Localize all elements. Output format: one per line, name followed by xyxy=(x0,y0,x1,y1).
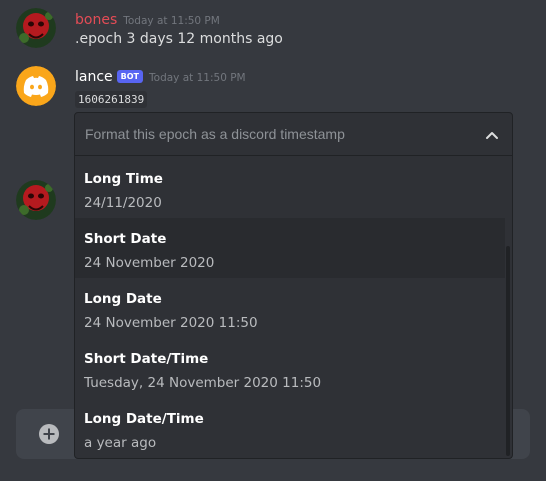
avatar-bones[interactable] xyxy=(16,180,56,220)
timestamp: Today at 11:50 PM xyxy=(149,72,246,84)
plus-circle-icon[interactable] xyxy=(38,423,60,449)
username-lance[interactable]: lance xyxy=(75,69,113,85)
option-value: Tuesday, 24 November 2020 11:50 xyxy=(84,375,322,391)
username-bones[interactable]: bones xyxy=(75,12,117,28)
discord-logo-icon xyxy=(23,76,49,97)
avatar-bones[interactable] xyxy=(16,8,56,48)
message-header-bones: bones Today at 11:50 PM xyxy=(75,9,220,28)
option-label: Short Date/Time xyxy=(84,351,209,367)
timestamp: Today at 11:50 PM xyxy=(123,15,220,27)
avatar-lance[interactable] xyxy=(16,66,56,106)
message-header-lance: lance BOT Today at 11:50 PM xyxy=(75,66,246,85)
select-option-long-date[interactable]: Long Date 24 November 2020 11:50 xyxy=(75,278,505,338)
option-label: Long Date xyxy=(84,291,162,307)
option-label: Long Date/Time xyxy=(84,411,204,427)
option-value: 24 November 2020 11:50 xyxy=(84,315,258,331)
select-option-short-date[interactable]: Short Date 24 November 2020 xyxy=(75,218,505,278)
chevron-up-icon[interactable] xyxy=(484,127,500,147)
select-option-long-time[interactable]: Long Time 24/11/2020 xyxy=(75,158,505,218)
select-options-menu: Long Time 24/11/2020 Short Date 24 Novem… xyxy=(74,156,513,459)
option-value: 24 November 2020 xyxy=(84,255,215,271)
option-value: 24/11/2020 xyxy=(84,195,162,211)
epoch-code-block: 1606261839 xyxy=(75,91,148,108)
select-option-short-date-time[interactable]: Short Date/Time Tuesday, 24 November 202… xyxy=(75,338,505,398)
option-label: Long Time xyxy=(84,171,163,187)
menu-scrollbar[interactable] xyxy=(506,246,510,456)
option-value: a year ago xyxy=(84,435,157,451)
select-placeholder: Format this epoch as a discord timestamp xyxy=(85,126,345,142)
select-option-long-date-time[interactable]: Long Date/Time a year ago xyxy=(75,398,505,458)
option-label: Short Date xyxy=(84,231,167,247)
message-content: .epoch 3 days 12 months ago xyxy=(75,31,283,47)
bot-badge: BOT xyxy=(116,70,144,83)
timestamp-format-select[interactable]: Format this epoch as a discord timestamp xyxy=(74,112,513,156)
